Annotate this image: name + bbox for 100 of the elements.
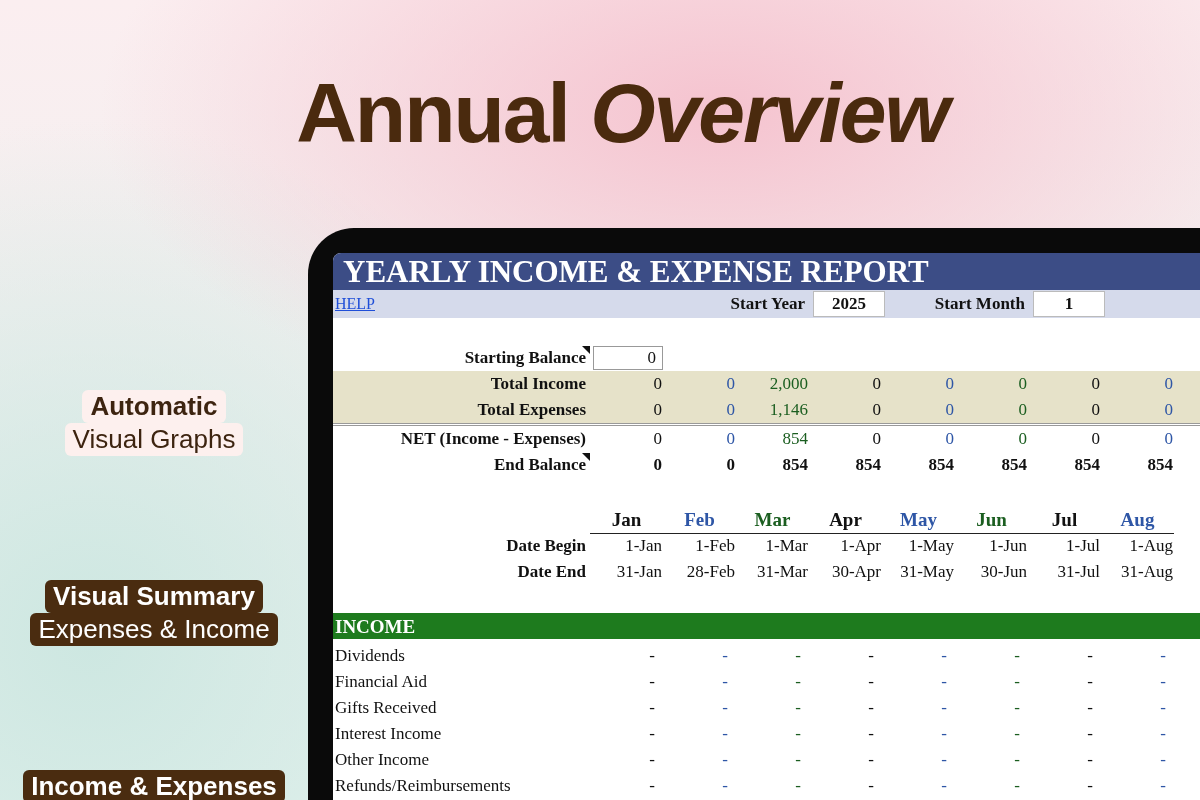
table-cell-text: 31-May	[899, 561, 955, 583]
table-cell-text: -	[1159, 645, 1167, 667]
table-cell-text: -	[721, 723, 729, 745]
row-label: Interest Income	[334, 723, 443, 745]
table-cell-text: 1-Jul	[1065, 535, 1101, 557]
table-cell-text: -	[1013, 645, 1021, 667]
table-cell-text: 0	[871, 428, 882, 450]
table-cell-text: -	[794, 749, 802, 771]
table-cell-text: -	[940, 645, 948, 667]
table-cell-text: 0	[944, 428, 955, 450]
table-cell-text: -	[1159, 775, 1167, 797]
table-cell-text: 1-Jun	[988, 535, 1028, 557]
table-cell-text: 854	[1000, 454, 1028, 476]
table-cell-text: -	[867, 749, 875, 771]
table-cell-text: -	[867, 723, 875, 745]
table-cell-text: 0	[1017, 428, 1028, 450]
table-cell-text: -	[648, 697, 656, 719]
table-cell-text: -	[794, 723, 802, 745]
table-cell-text: -	[940, 723, 948, 745]
table-cell-text: -	[648, 723, 656, 745]
row-label: Refunds/Reimbursements	[334, 775, 512, 797]
headline: Annual Overview	[282, 59, 962, 169]
month-header: Mar	[736, 507, 809, 534]
field-label: Start Year	[729, 294, 805, 314]
input-field[interactable]: 1	[1033, 291, 1105, 317]
month-header: Apr	[809, 507, 882, 534]
row-label: NET (Income - Expenses)	[400, 429, 586, 448]
table-cell-text: 0	[1017, 399, 1028, 421]
table-cell-text: -	[794, 775, 802, 797]
table-cell-text: 854	[781, 454, 809, 476]
table-cell-text: 0	[944, 399, 955, 421]
report-title: YEARLY INCOME & EXPENSE REPORT	[333, 253, 1200, 290]
table-cell-text: -	[648, 775, 656, 797]
row-label: Date Begin	[506, 536, 586, 555]
month-header: Jan	[590, 507, 663, 534]
table-cell-text: -	[648, 645, 656, 667]
table-cell-text: -	[1013, 749, 1021, 771]
table-cell-text: 0	[652, 399, 663, 421]
table-cell-text: 0	[944, 373, 955, 395]
table-cell-text: -	[1086, 645, 1094, 667]
table-cell-text: 0	[1090, 428, 1101, 450]
table-cell-text: 1-Mar	[764, 535, 809, 557]
table-cell-text: -	[867, 697, 875, 719]
table-cell-text: 0	[725, 454, 736, 476]
table-cell-text: 0	[725, 428, 736, 450]
table-cell-text: 0	[725, 373, 736, 395]
table-cell-text: 1-Jan	[624, 535, 663, 557]
table-cell-text: 0	[871, 399, 882, 421]
table-cell-text: 854	[1073, 454, 1101, 476]
table-cell-text: 0	[1163, 428, 1174, 450]
table-cell-text: 1-Apr	[839, 535, 882, 557]
table-cell-text: -	[794, 671, 802, 693]
table-cell-text: -	[721, 749, 729, 771]
section-header: INCOME	[333, 613, 1200, 639]
table-cell-text: -	[940, 775, 948, 797]
field-label: Start Month	[933, 294, 1025, 314]
table-cell-text: 1,146	[768, 399, 809, 421]
table-cell-text: 1-May	[907, 535, 955, 557]
callout-label: Automatic	[82, 390, 226, 423]
input-field[interactable]: 0	[593, 346, 663, 370]
table-cell-text: -	[940, 671, 948, 693]
table-cell-text: 2,000	[768, 373, 809, 395]
table-cell-text: -	[648, 749, 656, 771]
table-cell-text: 28-Feb	[685, 561, 736, 583]
table-cell-text: 0	[1163, 373, 1174, 395]
table-cell-text: 0	[1017, 373, 1028, 395]
callout-label: Visual Graphs	[64, 423, 244, 456]
table-cell-text: -	[1086, 723, 1094, 745]
table-cell-text: -	[867, 671, 875, 693]
row-label: Dividends	[334, 645, 406, 667]
help-link[interactable]: HELP	[333, 295, 375, 312]
table-cell-text: -	[940, 749, 948, 771]
input-field[interactable]: 2025	[813, 291, 885, 317]
table-cell-text: 31-Aug	[1120, 561, 1174, 583]
row-label: Other Income	[334, 749, 430, 771]
table-cell-text: -	[721, 671, 729, 693]
table-cell-text: -	[1086, 749, 1094, 771]
table-cell-text: -	[721, 645, 729, 667]
row-label: Gifts Received	[334, 697, 438, 719]
table-cell-text: 0	[652, 454, 663, 476]
table-cell-text: 854	[854, 454, 882, 476]
table-cell-text: 0	[725, 399, 736, 421]
table-cell-text: -	[1086, 697, 1094, 719]
table-cell-text: 1-Feb	[694, 535, 736, 557]
row-label: Total Income	[490, 374, 586, 393]
table-cell-text: 1-Aug	[1128, 535, 1174, 557]
row-label: Total Expenses	[477, 400, 586, 419]
table-cell-text: -	[940, 697, 948, 719]
table-cell-text: 0	[871, 373, 882, 395]
table-cell-text: -	[1159, 671, 1167, 693]
table-cell-text: -	[1159, 723, 1167, 745]
table-cell-text: -	[1159, 749, 1167, 771]
table-cell-text: 0	[652, 428, 663, 450]
table-cell-text: -	[867, 775, 875, 797]
table-cell-text: 30-Jun	[979, 561, 1028, 583]
table-cell-text: -	[1086, 671, 1094, 693]
table-cell-text: 854	[927, 454, 955, 476]
month-header: Jul	[1028, 507, 1101, 534]
table-cell-text: 854	[781, 428, 809, 450]
table-cell-text: -	[1013, 723, 1021, 745]
